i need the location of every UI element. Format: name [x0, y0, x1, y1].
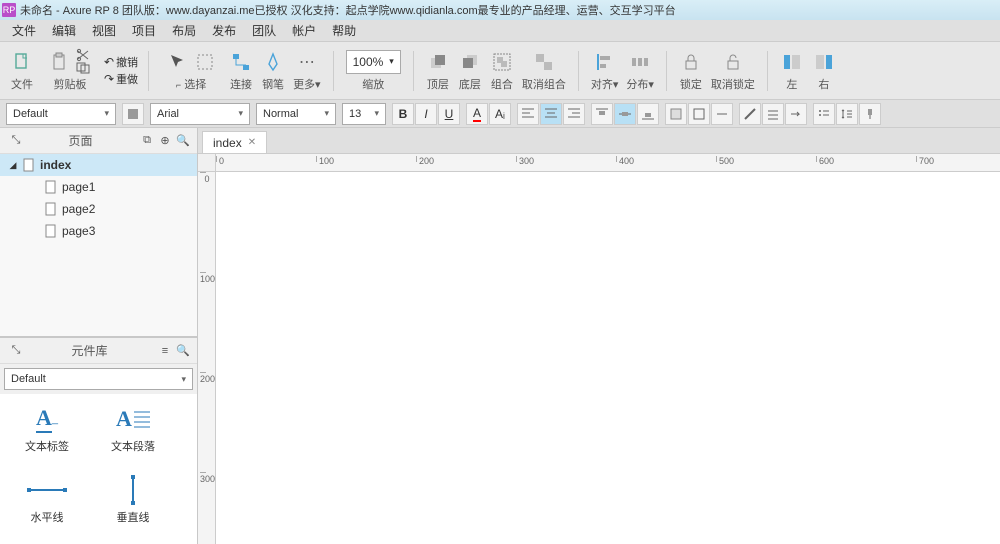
more-button[interactable]: ⋯ 更多▾ [291, 48, 323, 94]
ruler-horizontal[interactable]: 0100200300400500600700 [216, 154, 1000, 172]
underline-button[interactable]: U [438, 103, 460, 125]
format-bar: Default▾ Arial▾ Normal▾ 13▾ B I U A Aᵢ [0, 100, 1000, 128]
close-icon[interactable]: ✕ [248, 137, 256, 148]
align-left-button[interactable] [517, 103, 539, 125]
page-icon [44, 224, 58, 238]
style-manager-button[interactable] [122, 103, 144, 125]
menu-project[interactable]: 项目 [124, 22, 164, 39]
ruler-vertical[interactable]: 0100200300 [198, 172, 216, 544]
tab-strip: index ✕ [198, 128, 1000, 154]
menu-edit[interactable]: 编辑 [44, 22, 84, 39]
widget-grid: A_ 文本标签 A 文本段落 水平线 垂直线 [0, 394, 197, 544]
lib-menu-icon[interactable]: ≡ [157, 343, 173, 359]
page-icon [22, 158, 36, 172]
line-style-button[interactable] [711, 103, 733, 125]
pen-button[interactable]: 钢笔 [259, 48, 287, 94]
style-preset-combo[interactable]: Default▾ [6, 103, 116, 125]
lib-search-icon[interactable]: 🔍 [175, 343, 191, 359]
bold-button[interactable]: B [392, 103, 414, 125]
main: ⤡ 页面 ⧉ ⊕ 🔍 ◢ index page1 page2 page3 [0, 128, 1000, 544]
redo-button[interactable]: ↷重做 [104, 71, 138, 87]
canvas-body: 0100200300400500600700 0100200300 [198, 154, 1000, 544]
tree-toggle-icon[interactable]: ◢ [8, 160, 18, 171]
widget-text-label[interactable]: A_ 文本标签 [4, 398, 90, 462]
tab-index[interactable]: index ✕ [202, 131, 267, 153]
menu-publish[interactable]: 发布 [204, 22, 244, 39]
ungroup-button[interactable]: 取消组合 [520, 48, 568, 94]
paint-button[interactable] [859, 103, 881, 125]
line-width-button[interactable] [762, 103, 784, 125]
align-button[interactable]: 对齐▾ [589, 48, 621, 94]
text-color-button[interactable]: A [466, 103, 488, 125]
menu-account[interactable]: 帐户 [284, 22, 324, 39]
unlock-button[interactable]: 取消锁定 [709, 48, 757, 94]
menu-view[interactable]: 视图 [84, 22, 124, 39]
left-panel: ⤡ 页面 ⧉ ⊕ 🔍 ◢ index page1 page2 page3 [0, 128, 198, 544]
font-size-combo[interactable]: 13▾ [342, 103, 386, 125]
group-button[interactable]: 组合 [488, 48, 516, 94]
italic-button[interactable]: I [415, 103, 437, 125]
canvas[interactable] [216, 172, 1000, 544]
app-logo-icon: RP [2, 3, 16, 17]
line-color-button[interactable] [739, 103, 761, 125]
copy-icon[interactable] [76, 62, 92, 74]
undo-button[interactable]: ↶撤销 [104, 54, 138, 70]
widgets-panel-header: ⤡ 元件库 ≡ 🔍 [0, 338, 197, 364]
widget-hline[interactable]: 水平线 [4, 469, 90, 533]
page-add-icon[interactable]: ⊕ [157, 133, 173, 149]
bring-front-button[interactable]: 顶层 [424, 48, 452, 94]
fill-color-button[interactable] [665, 103, 687, 125]
page-new-folder-icon[interactable]: ⧉ [139, 133, 155, 149]
menubar: 文件 编辑 视图 项目 布局 发布 团队 帐户 帮助 [0, 20, 1000, 42]
panel-collapse-icon[interactable]: ⤡ [8, 343, 24, 359]
tree-item-page3[interactable]: page3 [0, 220, 197, 242]
valign-bottom-button[interactable] [637, 103, 659, 125]
pages-tree: ◢ index page1 page2 page3 [0, 154, 197, 336]
widgets-panel: ⤡ 元件库 ≡ 🔍 Default▾ A_ 文本标签 A 文本段落 [0, 336, 197, 544]
paste-icon[interactable] [48, 50, 72, 74]
distribute-button[interactable]: 分布▾ [624, 48, 656, 94]
new-file-button[interactable]: 文件 [8, 48, 36, 94]
connect-button[interactable]: 连接 [227, 48, 255, 94]
border-outer-button[interactable] [688, 103, 710, 125]
align-right-button[interactable] [563, 103, 585, 125]
page-search-icon[interactable]: 🔍 [175, 133, 191, 149]
tree-item-page1[interactable]: page1 [0, 176, 197, 198]
menu-layout[interactable]: 布局 [164, 22, 204, 39]
page-icon [44, 180, 58, 194]
valign-middle-button[interactable] [614, 103, 636, 125]
bullet-button[interactable] [813, 103, 835, 125]
panel-collapse-icon[interactable]: ⤡ [8, 133, 24, 149]
valign-top-button[interactable] [591, 103, 613, 125]
align-center-button[interactable] [540, 103, 562, 125]
page-icon [44, 202, 58, 216]
dock-right-button[interactable]: 右 [810, 48, 838, 94]
menu-help[interactable]: 帮助 [324, 22, 364, 39]
font-combo[interactable]: Arial▾ [150, 103, 250, 125]
clipboard-group: 剪贴板 [40, 49, 100, 92]
region-select-icon[interactable] [193, 50, 217, 74]
selector-button[interactable]: ⌐ 选择 [159, 48, 223, 94]
menu-file[interactable]: 文件 [4, 22, 44, 39]
font-weight-combo[interactable]: Normal▾ [256, 103, 336, 125]
library-select[interactable]: Default▾ [4, 368, 193, 390]
window-title: 未命名 - Axure RP 8 团队版：www.dayanzai.me已授权 … [20, 2, 676, 18]
menu-team[interactable]: 团队 [244, 22, 284, 39]
widget-text-paragraph[interactable]: A 文本段落 [90, 398, 176, 462]
pages-panel-header: ⤡ 页面 ⧉ ⊕ 🔍 [0, 128, 197, 154]
line-spacing-button[interactable] [836, 103, 858, 125]
tree-item-page2[interactable]: page2 [0, 198, 197, 220]
toolbar: 文件 剪贴板 ↶撤销 ↷重做 ⌐ 选择 连接 钢笔 ⋯ 更多▾ [0, 42, 1000, 100]
widget-vline[interactable]: 垂直线 [90, 469, 176, 533]
zoom-control[interactable]: 100%▾ 缩放 [344, 48, 403, 94]
send-back-button[interactable]: 底层 [456, 48, 484, 94]
lock-button[interactable]: 锁定 [677, 48, 705, 94]
dock-left-button[interactable]: 左 [778, 48, 806, 94]
titlebar: RP 未命名 - Axure RP 8 团队版：www.dayanzai.me已… [0, 0, 1000, 20]
arrow-style-button[interactable] [785, 103, 807, 125]
ruler-corner [198, 154, 216, 172]
tree-item-index[interactable]: ◢ index [0, 154, 197, 176]
canvas-area: index ✕ 0100200300400500600700 010020030… [198, 128, 1000, 544]
extra-text-button[interactable]: Aᵢ [489, 103, 511, 125]
